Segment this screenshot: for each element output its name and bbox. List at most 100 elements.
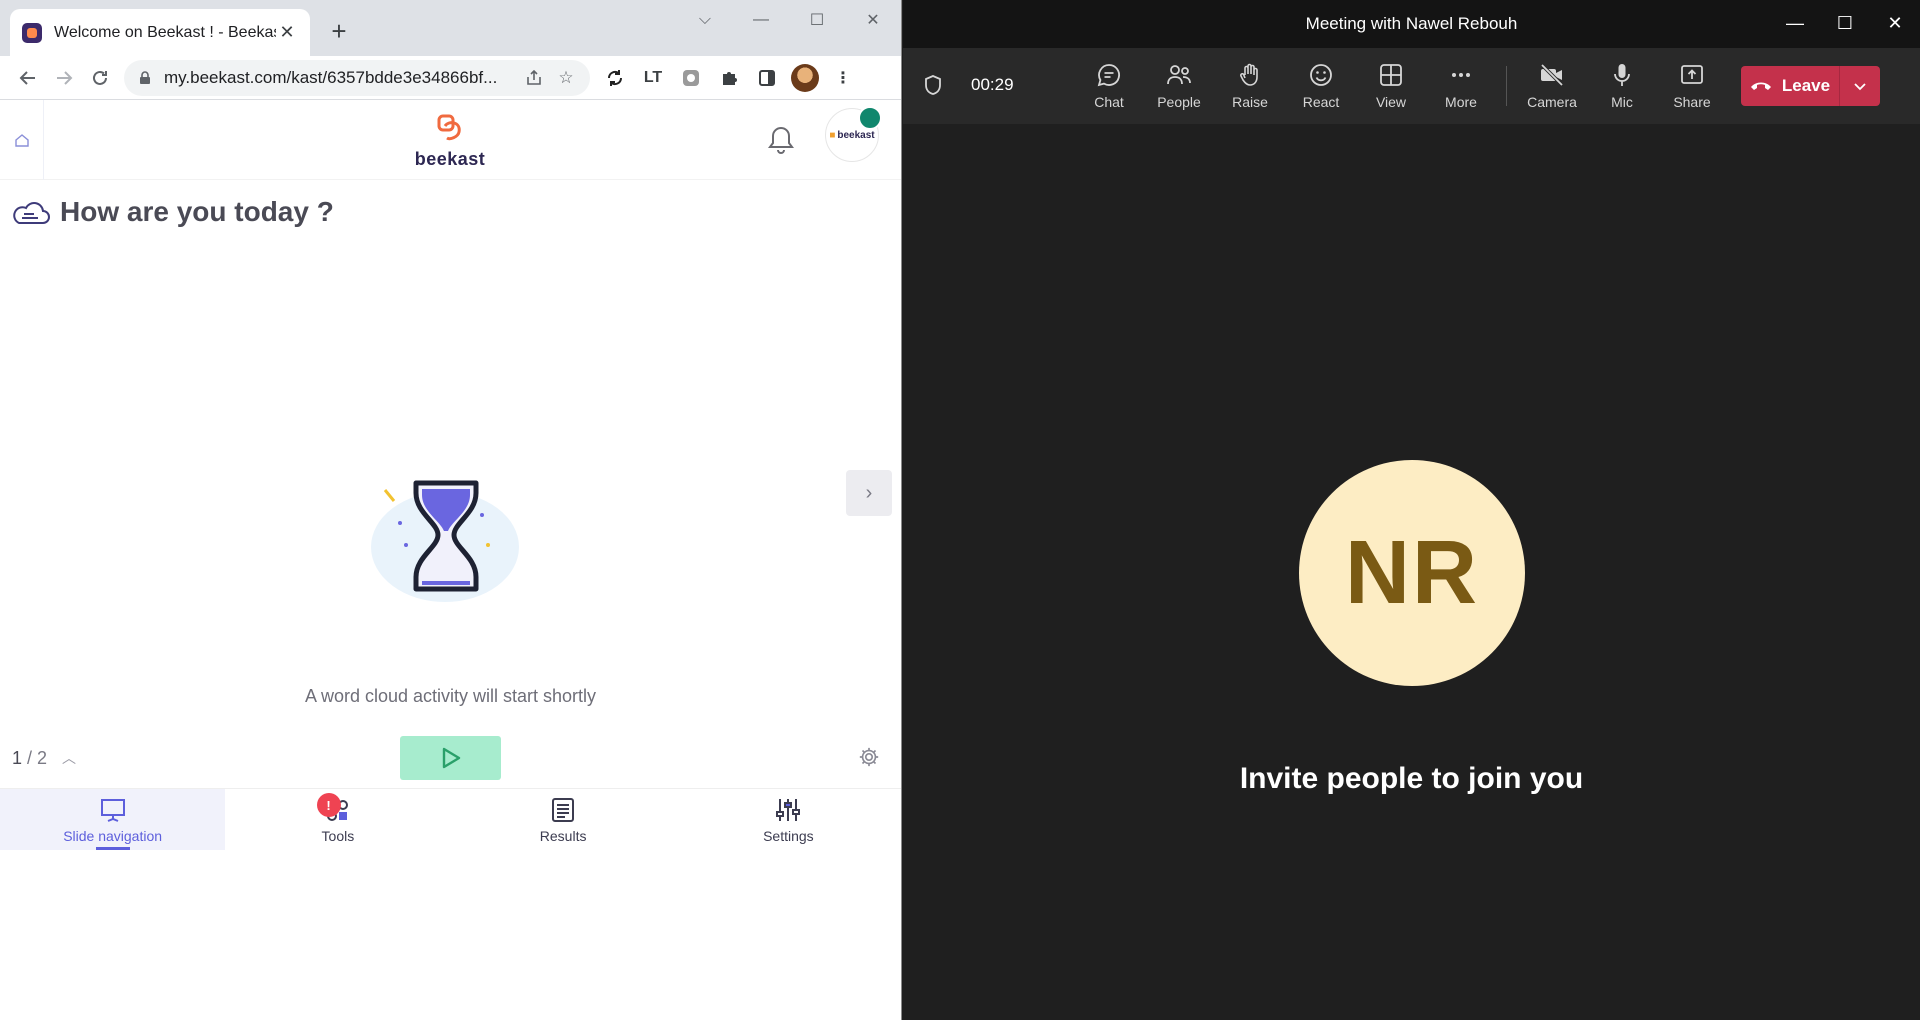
tab-close-icon[interactable]: ✕ — [276, 22, 298, 43]
slide-total: / 2 — [27, 747, 48, 768]
toolbar-label: View — [1375, 94, 1407, 110]
slide-current: 1 — [12, 747, 23, 768]
toolbar-label: Raise — [1232, 94, 1268, 110]
raise-hand-icon — [1240, 63, 1258, 86]
smiley-icon — [1310, 64, 1332, 86]
leave-options-chevron-down-icon[interactable] — [1840, 81, 1880, 91]
mic-button[interactable]: Mic — [1590, 62, 1654, 110]
share-page-icon[interactable] — [518, 62, 550, 94]
hang-up-phone-icon — [1750, 82, 1771, 90]
screen-recorder-extension-icon[interactable] — [672, 60, 710, 96]
close-button[interactable]: ✕ — [845, 0, 901, 40]
back-arrow-icon — [19, 70, 35, 85]
address-bar[interactable]: my.beekast.com/kast/6357bdde3e34866bf...… — [124, 59, 590, 96]
beekast-header: beekast ■ beekast — [0, 100, 901, 180]
presentation-controls: 1 / 2 ︿ — [0, 728, 901, 788]
org-status-badge — [858, 106, 882, 130]
reload-icon — [93, 70, 107, 85]
toolbar-label: Mic — [1611, 94, 1633, 110]
toolbar-label: Share — [1673, 94, 1711, 110]
org-logo-icon: ■ — [829, 129, 836, 141]
invite-people-text: Invite people to join you — [1239, 762, 1584, 795]
share-screen-icon — [1681, 65, 1703, 84]
share-button[interactable]: Share — [1660, 62, 1724, 110]
chat-button[interactable]: Chat — [1077, 62, 1141, 110]
logo-text: beekast — [414, 149, 486, 169]
nav-label: Tools — [321, 827, 355, 844]
teams-minimize-button[interactable]: — — [1770, 0, 1820, 46]
toolbar-label: React — [1302, 94, 1340, 110]
beekast-page: beekast ■ beekast How are you today ? › … — [0, 100, 901, 1020]
browser-tab-beekast[interactable]: Welcome on Beekast ! - Beekast ✕ — [10, 9, 310, 56]
presentation-screen-icon — [100, 798, 125, 822]
tab-search-chevron-icon[interactable]: ⌵ — [677, 0, 733, 40]
slide-counter: 1 / 2 — [12, 748, 47, 769]
expand-slides-chevron-up-icon[interactable]: ︿ — [62, 748, 76, 768]
more-button[interactable]: More — [1429, 62, 1493, 110]
beekast-favicon-icon — [22, 22, 42, 43]
forward-button[interactable] — [46, 60, 82, 96]
new-tab-button[interactable]: + — [324, 16, 354, 46]
meeting-toolbar: 00:29 Chat People Raise React View More … — [903, 48, 1920, 124]
leave-button[interactable]: Leave — [1741, 66, 1840, 106]
chrome-menu-icon[interactable]: ⋮ — [824, 60, 862, 96]
next-slide-button[interactable]: › — [846, 470, 892, 516]
extensions-puzzle-icon[interactable] — [710, 60, 748, 96]
reload-button[interactable] — [82, 60, 118, 96]
notification-bell-icon[interactable] — [766, 124, 796, 156]
question-title: How are you today ? — [60, 196, 334, 227]
toolbar-label: Camera — [1527, 94, 1577, 110]
org-avatar-label: beekast — [837, 129, 875, 141]
nav-tools[interactable]: Tools ! — [225, 789, 450, 850]
react-button[interactable]: React — [1289, 62, 1353, 110]
raise-hand-button[interactable]: Raise — [1218, 62, 1282, 110]
nav-results[interactable]: Results — [451, 789, 676, 850]
minimize-button[interactable]: — — [733, 0, 789, 40]
activity-question: How are you today ? — [10, 196, 334, 228]
nav-label: Settings — [763, 827, 814, 844]
leave-button-group: Leave — [1741, 66, 1880, 106]
bottom-navigation: Slide navigation Tools ! Results Setting… — [0, 788, 901, 850]
nav-slide-navigation[interactable]: Slide navigation — [0, 789, 226, 850]
start-activity-button[interactable] — [400, 736, 501, 780]
microphone-icon — [1614, 64, 1630, 86]
lock-icon — [140, 70, 150, 84]
browser-toolbar: my.beekast.com/kast/6357bdde3e34866bf...… — [0, 56, 901, 100]
people-icon — [1167, 65, 1191, 85]
teams-maximize-button[interactable]: ☐ — [1820, 0, 1870, 46]
profile-avatar[interactable] — [786, 60, 824, 96]
teams-window-controls: — ☐ ✕ — [1770, 0, 1920, 46]
toolbar-label: Chat — [1094, 94, 1124, 110]
camera-off-icon — [1540, 63, 1564, 87]
teams-meeting-window: Meeting with Nawel Rebouh — ☐ ✕ 00:29 Ch… — [903, 0, 1920, 1020]
nav-label: Slide navigation — [63, 827, 163, 844]
settings-sliders-icon — [776, 798, 801, 821]
bookmark-star-icon[interactable]: ☆ — [550, 62, 582, 94]
home-button[interactable] — [0, 100, 44, 180]
shield-icon[interactable] — [923, 74, 943, 96]
hourglass-illustration-icon — [371, 480, 519, 602]
url-text: my.beekast.com/kast/6357bdde3e34866bf... — [164, 67, 498, 87]
back-button[interactable] — [10, 60, 46, 96]
waiting-message: A word cloud activity will start shortly — [304, 686, 597, 706]
tab-title: Welcome on Beekast ! - Beekast — [54, 23, 276, 41]
browser-window-controls: ⌵ — ☐ ✕ — [677, 0, 901, 40]
leave-label: Leave — [1781, 76, 1831, 95]
maximize-button[interactable]: ☐ — [789, 0, 845, 40]
nav-settings[interactable]: Settings — [676, 789, 901, 850]
sync-extension-icon[interactable] — [596, 60, 634, 96]
browser-window: Welcome on Beekast ! - Beekast ✕ + ⌵ — ☐… — [0, 0, 902, 1020]
results-document-icon — [552, 797, 575, 822]
toolbar-label: More — [1445, 94, 1477, 110]
view-button[interactable]: View — [1359, 62, 1423, 110]
languagetool-extension-icon[interactable]: LT — [634, 60, 672, 96]
play-icon — [442, 747, 460, 769]
people-button[interactable]: People — [1147, 62, 1211, 110]
teams-close-button[interactable]: ✕ — [1870, 0, 1920, 46]
tools-alert-badge: ! — [316, 793, 341, 817]
gear-icon[interactable] — [858, 746, 880, 768]
meeting-timer: 00:29 — [971, 75, 1014, 94]
beekast-logo: beekast — [410, 112, 490, 170]
camera-button[interactable]: Camera — [1520, 62, 1584, 110]
side-panel-icon[interactable] — [748, 60, 786, 96]
